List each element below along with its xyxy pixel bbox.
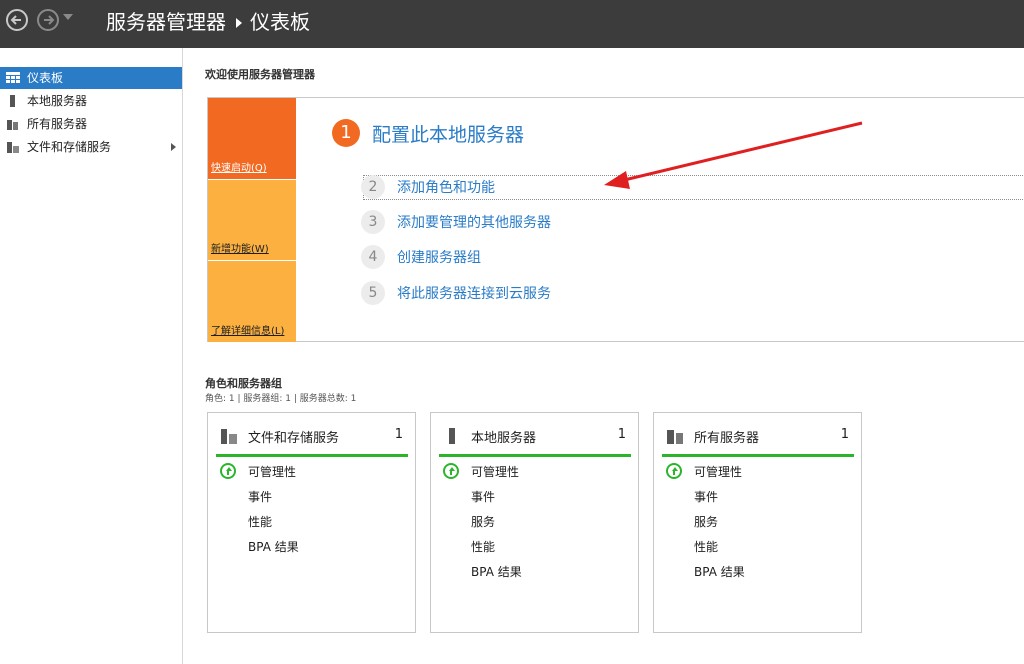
sidebar-item-dashboard[interactable]: 仪表板 (0, 67, 182, 89)
card-all-servers[interactable]: 所有服务器 1 可管理性 事件 服务 性能 BPA 结果 (653, 412, 862, 633)
card-row-manageability[interactable]: 可管理性 (471, 463, 519, 480)
sidebar-item-local-server[interactable]: 本地服务器 (0, 90, 182, 112)
breadcrumb-root[interactable]: 服务器管理器 (106, 10, 226, 34)
file-storage-icon (221, 429, 237, 444)
sidebar-item-all-servers[interactable]: 所有服务器 (0, 113, 182, 135)
tile-label: 新增功能(W) (211, 244, 269, 255)
breadcrumb-separator-icon (236, 17, 242, 28)
step-label: 创建服务器组 (397, 250, 481, 266)
server-icon (449, 428, 455, 444)
forward-button[interactable] (37, 9, 59, 31)
status-bar (216, 454, 408, 457)
card-row-events[interactable]: 事件 (694, 488, 718, 505)
title-bar: 服务器管理器 仪表板 (0, 0, 1024, 48)
card-local-server[interactable]: 本地服务器 1 可管理性 事件 服务 性能 BPA 结果 (430, 412, 639, 633)
expand-arrow-icon[interactable] (171, 143, 176, 151)
card-title[interactable]: 文件和存储服务 (248, 427, 339, 446)
sidebar-item-label: 仪表板 (27, 71, 64, 85)
file-storage-icon (7, 142, 19, 153)
step-number: 1 (332, 119, 360, 147)
status-up-icon (220, 463, 236, 479)
card-row-events[interactable]: 事件 (248, 488, 272, 505)
status-up-icon (443, 463, 459, 479)
card-row-bpa[interactable]: BPA 结果 (248, 538, 299, 555)
card-title[interactable]: 所有服务器 (694, 427, 759, 446)
status-bar (662, 454, 854, 457)
card-count: 1 (617, 427, 626, 442)
breadcrumb-page: 仪表板 (250, 10, 310, 34)
sidebar-item-label: 本地服务器 (27, 94, 88, 108)
step-label: 添加要管理的其他服务器 (397, 215, 551, 231)
sidebar-item-label: 所有服务器 (27, 117, 88, 131)
servers-icon (7, 120, 18, 130)
breadcrumb: 服务器管理器 仪表板 (106, 8, 310, 36)
card-row-performance[interactable]: 性能 (694, 538, 718, 555)
card-title[interactable]: 本地服务器 (471, 427, 536, 446)
card-row-services[interactable]: 服务 (694, 513, 718, 530)
sidebar-item-label: 文件和存储服务 (27, 140, 112, 154)
card-row-bpa[interactable]: BPA 结果 (471, 563, 522, 580)
card-row-performance[interactable]: 性能 (248, 513, 272, 530)
server-icon (10, 95, 15, 107)
card-row-services[interactable]: 服务 (471, 513, 495, 530)
back-button[interactable] (6, 9, 28, 31)
dashboard-icon (6, 72, 20, 83)
card-row-manageability[interactable]: 可管理性 (248, 463, 296, 480)
card-count: 1 (394, 427, 403, 442)
arrow-left-icon (10, 15, 21, 25)
step-label: 将此服务器连接到云服务 (397, 286, 551, 302)
tile-whats-new[interactable]: 新增功能(W) (208, 180, 296, 260)
annotation-arrow-icon (604, 121, 863, 189)
tile-quick-start[interactable]: 快速启动(Q) (208, 98, 296, 179)
sidebar: 仪表板 本地服务器 所有服务器 文件和存储服务 (0, 48, 183, 664)
tile-label: 快速启动(Q) (211, 163, 267, 174)
welcome-title: 欢迎使用服务器管理器 (205, 68, 315, 81)
groups-title: 角色和服务器组 (205, 377, 282, 390)
step-number: 5 (361, 281, 385, 305)
card-row-performance[interactable]: 性能 (471, 538, 495, 555)
status-up-icon (666, 463, 682, 479)
tile-learn-more[interactable]: 了解详细信息(L) (208, 261, 296, 342)
sidebar-item-file-storage[interactable]: 文件和存储服务 (0, 136, 182, 158)
arrow-right-icon (44, 15, 55, 25)
card-file-storage[interactable]: 文件和存储服务 1 可管理性 事件 性能 BPA 结果 (207, 412, 416, 633)
servers-icon (667, 430, 683, 444)
card-row-bpa[interactable]: BPA 结果 (694, 563, 745, 580)
groups-summary: 角色: 1 | 服务器组: 1 | 服务器总数: 1 (205, 394, 357, 404)
step-number: 3 (361, 210, 385, 234)
tile-label: 了解详细信息(L) (211, 326, 285, 337)
card-row-events[interactable]: 事件 (471, 488, 495, 505)
history-dropdown-icon[interactable] (63, 14, 73, 20)
step-label: 添加角色和功能 (397, 180, 495, 196)
step-configure-local-server[interactable]: 配置此本地服务器 (372, 120, 524, 147)
step-number: 4 (361, 245, 385, 269)
card-count: 1 (840, 427, 849, 442)
status-bar (439, 454, 631, 457)
card-row-manageability[interactable]: 可管理性 (694, 463, 742, 480)
step-number: 2 (361, 175, 385, 199)
